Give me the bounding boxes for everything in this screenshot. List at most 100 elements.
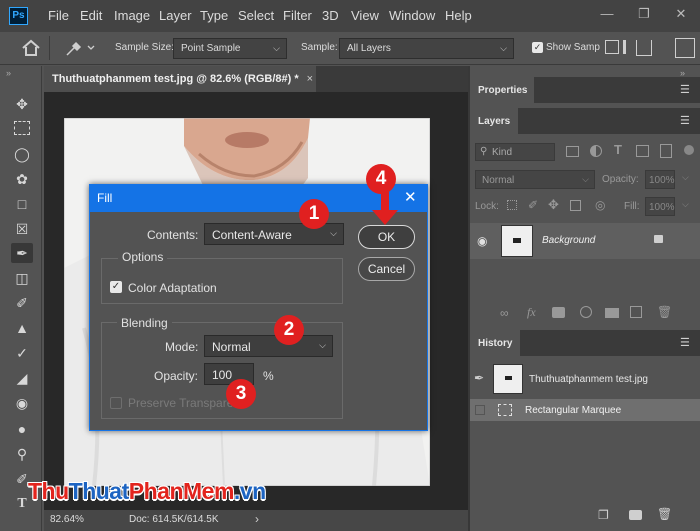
delete-state-icon[interactable]: 🗑 [657,507,672,521]
camera-snapshot-icon[interactable] [629,510,642,520]
lock-all-icon[interactable]: ◎ [595,198,605,212]
frame-tool-icon[interactable]: ☒ [11,219,33,239]
lasso-tool-icon[interactable]: ◯ [11,144,33,164]
layer-filter-kind[interactable]: ⚲ Kind [475,143,555,161]
status-menu-icon[interactable]: › [255,512,259,526]
zoom-level[interactable]: 82.64% [50,514,84,525]
menu-3d[interactable]: 3D [322,8,339,23]
minimize-icon[interactable]: — [597,6,617,22]
sampling-ring-icon[interactable] [605,40,619,54]
fill-input[interactable]: 100% [645,197,675,216]
filter-adjustment-icon[interactable] [590,145,602,157]
history-brush-source-icon[interactable]: ✒ [474,371,484,385]
brush-tool-icon[interactable]: ✐ [11,293,33,313]
show-sampling-label: Show Samp [546,42,600,53]
filter-pixel-icon[interactable] [566,146,579,157]
panel-menu-icon[interactable]: ☰ [680,114,690,127]
history-state-name[interactable]: Rectangular Marquee [525,405,621,416]
mode-select[interactable]: Normal ⌵ [204,335,333,357]
lock-transparent-icon[interactable] [507,200,517,210]
close-dialog-icon[interactable]: ✕ [404,188,417,206]
sample-size-select[interactable]: Point Sample ⌵ [173,38,287,59]
watermark-part-3: PhanMem [128,478,235,504]
menu-type[interactable]: Type [200,8,228,23]
color-adaptation-checkbox[interactable]: ✓ [110,281,122,293]
adjustment-layer-icon[interactable] [580,306,592,318]
kind-label: Kind [492,147,513,158]
delete-layer-icon[interactable]: 🗑 [657,305,672,319]
close-window-icon[interactable]: ✕ [671,6,691,22]
lock-image-icon[interactable]: ✐ [528,198,538,212]
menu-view[interactable]: View [351,8,379,23]
menu-help[interactable]: Help [445,8,472,23]
history-brush-tool-icon[interactable]: ✓ [11,343,33,363]
menu-image[interactable]: Image [114,8,150,23]
paint-bucket-tool-icon[interactable]: ◉ [11,393,33,413]
panel-menu-icon[interactable]: ☰ [680,336,690,349]
healing-brush-tool-icon[interactable]: ◫ [11,268,33,288]
tab-layers[interactable]: Layers [470,108,518,134]
chevron-down-icon[interactable]: ⌵ [682,199,689,210]
layer-style-icon[interactable]: fx [527,305,536,320]
menu-select[interactable]: Select [238,8,274,23]
lock-position-icon[interactable]: ✥ [548,197,559,213]
cancel-button[interactable]: Cancel [358,257,415,281]
layer-mask-icon[interactable] [552,307,565,318]
move-tool-icon[interactable]: ✥ [11,94,33,114]
crop-tool-icon[interactable]: □ [11,194,33,214]
new-document-from-state-icon[interactable]: ❐ [598,508,609,522]
chevron-down-icon[interactable]: ⌵ [682,172,689,183]
filter-smart-object-icon[interactable] [660,144,672,158]
workspace-icon[interactable] [675,38,695,58]
eyedropper-preset-icon[interactable] [63,38,99,58]
filter-toggle-icon[interactable] [684,145,694,155]
history-snapshot-thumbnail[interactable] [493,364,523,394]
tab-history[interactable]: History [470,330,520,356]
menu-edit[interactable]: Edit [80,8,102,23]
menu-layer[interactable]: Layer [159,8,192,23]
marquee-tool-icon[interactable] [11,118,33,138]
contents-select[interactable]: Content-Aware ⌵ [204,223,344,245]
layer-name[interactable]: Background [542,235,595,246]
watermark-part-1: Thu [28,478,69,504]
panel-divider [468,66,470,531]
ok-button[interactable]: OK [358,225,415,249]
visibility-eye-icon[interactable]: ◉ [477,234,487,248]
restore-icon[interactable]: ❐ [634,6,654,22]
filter-type-icon[interactable]: T [614,142,622,157]
show-sampling-checkbox[interactable]: ✓ [532,42,543,53]
chevron-down-icon: ⌵ [500,43,507,53]
menu-filter[interactable]: Filter [283,8,312,23]
lock-artboard-icon[interactable] [570,200,581,211]
home-icon[interactable] [20,38,42,58]
layer-opacity-input[interactable]: 100% [645,170,675,189]
new-layer-icon[interactable] [630,306,642,318]
history-snapshot-name[interactable]: Thuthuatphanmem test.jpg [529,374,648,385]
tab-properties[interactable]: Properties [470,77,534,103]
blend-mode-select[interactable]: Normal ⌵ [475,170,595,189]
filter-shape-icon[interactable] [636,145,649,157]
share-icon[interactable] [636,40,652,56]
info-icon[interactable] [623,40,626,54]
eraser-tool-icon[interactable]: ◢ [11,368,33,388]
sample-size-label: Sample Size: [115,42,174,53]
stamp-tool-icon[interactable]: ▲ [11,318,33,338]
blur-tool-icon[interactable]: ● [11,419,33,439]
quick-selection-tool-icon[interactable]: ✿ [11,169,33,189]
sample-select[interactable]: All Layers ⌵ [339,38,514,59]
eyedropper-tool-icon[interactable]: ✒ [11,243,33,263]
panel-menu-icon[interactable]: ☰ [680,83,690,96]
new-group-icon[interactable] [605,308,619,318]
close-tab-icon[interactable]: × [307,73,313,85]
blending-group-label: Blending [117,316,172,330]
history-brush-checkbox[interactable] [475,405,485,415]
collapse-dock-icon[interactable]: » [680,68,685,78]
rectangular-marquee-icon [498,404,512,416]
menu-file[interactable]: File [48,8,69,23]
dodge-tool-icon[interactable]: ⚲ [11,444,33,464]
document-tab[interactable]: Thuthuatphanmem test.jpg @ 82.6% (RGB/8#… [44,66,316,92]
menu-window[interactable]: Window [389,8,435,23]
preserve-transparency-checkbox[interactable] [110,397,122,409]
link-layers-icon[interactable]: ∞ [500,306,509,320]
collapse-toolbar-icon[interactable]: » [6,68,11,78]
